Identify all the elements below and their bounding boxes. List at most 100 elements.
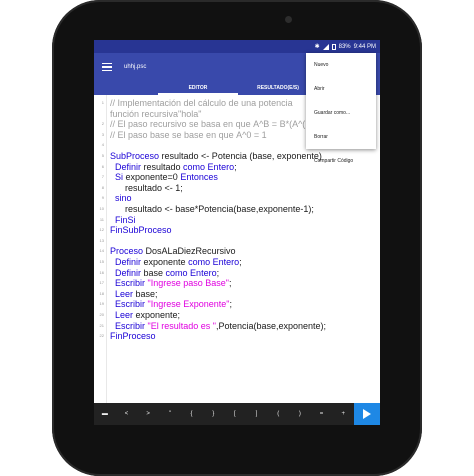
battery-icon	[331, 43, 336, 50]
key-open-brace[interactable]: {	[181, 411, 203, 417]
code-text: Definir base como Entero;	[110, 268, 219, 278]
bluetooth-icon: ✱	[314, 44, 320, 50]
code-token: Escribir	[110, 278, 148, 289]
line-number: 11	[99, 216, 104, 222]
code-line[interactable]: 16 Definir base como Entero;	[94, 268, 380, 278]
line-number: 2	[101, 121, 104, 127]
line-number: 12	[99, 227, 104, 233]
code-token: // Implementación del cálculo de una pot…	[110, 98, 293, 108]
line-number: 20	[99, 312, 104, 317]
code-token: Escribir	[110, 299, 148, 310]
key-close-paren[interactable]: )	[289, 411, 311, 417]
code-token: exponente=0	[123, 172, 181, 183]
menu-item-compartir[interactable]: Compartir Código	[306, 149, 376, 173]
code-token: FinSi	[110, 214, 136, 225]
code-line[interactable]: 7 Si exponente=0 Entonces	[94, 172, 380, 182]
code-line[interactable]: 18 Leer base;	[94, 289, 380, 299]
key-open-paren[interactable]: (	[267, 411, 289, 417]
line-number: 17	[99, 280, 104, 286]
code-token: Entonces	[180, 172, 218, 183]
code-token: Definir	[110, 257, 142, 267]
code-token: resultado <- Potencia (base, exponente)	[159, 151, 322, 161]
code-token: ;	[216, 267, 220, 278]
line-number: 5	[101, 153, 104, 158]
code-token: como Entero	[165, 267, 217, 278]
code-token: // El paso recursivo se basa en que A^B …	[110, 119, 306, 130]
code-text: // El paso base se base en que A^0 = 1	[110, 130, 267, 140]
line-number: 22	[99, 333, 104, 339]
line-number: 19	[99, 301, 104, 307]
line-number: 16	[99, 269, 104, 275]
hamburger-menu-icon[interactable]	[102, 63, 112, 71]
screen: ✱ 83% 9:44 PM uhhj.psc EDITOR RESULTADO(…	[94, 40, 380, 425]
code-token: ,Potencia(base,exponente);	[215, 320, 327, 331]
code-token: como Entero	[188, 257, 240, 267]
code-token: Si	[110, 172, 124, 183]
key-tab[interactable]: ▬	[94, 411, 116, 417]
key-greater-than[interactable]: >	[137, 411, 159, 417]
key-equals[interactable]: =	[311, 411, 333, 417]
code-text: Leer base;	[110, 289, 158, 299]
code-text: resultado <- base*Potencia(base,exponent…	[110, 204, 314, 214]
line-number: 6	[101, 163, 104, 169]
menu-item-borrar[interactable]: Borrar	[306, 125, 376, 149]
code-token: resultado <- 1;	[110, 182, 183, 193]
code-text: Definir exponente como Entero;	[110, 257, 242, 267]
code-token: FinProceso	[110, 331, 156, 342]
code-line[interactable]: 17 Escribir "Ingrese paso Base";	[94, 278, 380, 288]
line-number: 21	[99, 322, 104, 328]
code-token: ;	[228, 278, 232, 289]
code-text: función recursiva"hola"	[110, 109, 201, 119]
key-less-than[interactable]: <	[116, 411, 138, 417]
run-button[interactable]	[354, 403, 380, 425]
key-open-bracket[interactable]: [	[224, 411, 246, 417]
code-text: sino	[110, 193, 132, 203]
code-token: Leer	[110, 310, 134, 320]
code-line[interactable]: 14 Proceso DosALaDiezRecursivo	[94, 246, 380, 256]
menu-item-nuevo[interactable]: Nuevo	[306, 53, 376, 77]
line-number: 18	[99, 290, 104, 296]
code-text: // Implementación del cálculo de una pot…	[110, 98, 293, 108]
code-text: Escribir "El resultado es ",Potencia(bas…	[110, 321, 326, 331]
code-token: Definir	[110, 267, 142, 278]
clock: 9:44 PM	[353, 43, 376, 50]
menu-item-guardar-como[interactable]: Guardar como...	[306, 101, 376, 125]
line-number: 13	[99, 237, 104, 243]
line-number: 4	[101, 142, 104, 148]
code-line[interactable]: 12 FinSubProceso	[94, 225, 380, 235]
symbol-keyboard-bar: ▬ < > " { } [ ] ( ) = +	[94, 403, 380, 425]
code-text: FinProceso	[110, 331, 156, 341]
code-token: exponente;	[133, 310, 181, 320]
key-quote[interactable]: "	[159, 411, 181, 417]
code-text: FinSubProceso	[110, 225, 172, 235]
code-text: Escribir "Ingrese Exponente";	[110, 299, 232, 309]
code-line[interactable]: 20 Leer exponente;	[94, 310, 380, 320]
code-line[interactable]: 11 FinSi	[94, 215, 380, 225]
code-token: base;	[133, 288, 158, 299]
key-close-brace[interactable]: }	[202, 411, 224, 417]
code-line[interactable]: 21 Escribir "El resultado es ",Potencia(…	[94, 321, 380, 331]
status-bar: ✱ 83% 9:44 PM	[94, 40, 380, 53]
line-number: 1	[101, 100, 104, 105]
code-line[interactable]: 22 FinProceso	[94, 331, 380, 341]
code-line[interactable]: 15 Definir exponente como Entero;	[94, 257, 380, 267]
code-line[interactable]: 9 sino	[94, 193, 380, 203]
line-number: 9	[101, 195, 104, 201]
battery-percent: 83%	[338, 43, 351, 50]
code-line[interactable]: 10 resultado <- base*Potencia(base,expon…	[94, 204, 380, 214]
play-icon	[363, 409, 372, 419]
code-line[interactable]: 19 Escribir "Ingrese Exponente";	[94, 299, 380, 309]
code-line[interactable]: 13	[94, 236, 380, 246]
key-close-bracket[interactable]: ]	[246, 411, 268, 417]
code-token: Leer	[110, 288, 134, 299]
code-token: ;	[234, 161, 237, 172]
key-plus[interactable]: +	[332, 411, 354, 417]
code-token: // El paso base se base en que A^0 = 1	[110, 129, 267, 140]
code-token: Definir	[110, 161, 142, 172]
tab-editor[interactable]: EDITOR	[158, 81, 238, 95]
code-token: Proceso	[110, 246, 144, 257]
menu-item-abrir[interactable]: Abrir	[306, 77, 376, 101]
code-token: como Entero	[183, 161, 235, 172]
code-line[interactable]: 8 resultado <- 1;	[94, 183, 380, 193]
code-token: sino	[110, 193, 132, 204]
